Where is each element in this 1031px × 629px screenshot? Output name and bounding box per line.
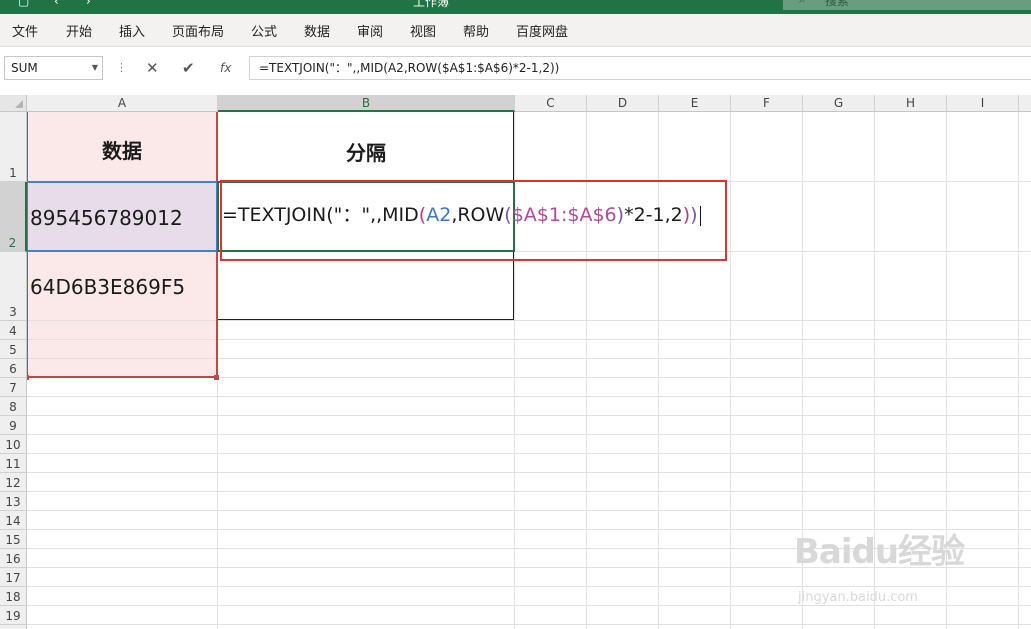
row-header-9[interactable]: 9 [0,416,27,435]
row-header-6[interactable]: 6 [0,359,27,378]
column-header-i[interactable]: I [947,95,1019,112]
row-header-1[interactable]: 1 [0,112,27,182]
column-header-h[interactable]: H [875,95,947,112]
row-header-15[interactable]: 15 [0,530,27,549]
save-icon[interactable]: ▢ [18,0,29,8]
more-icon: ⋮ [116,61,127,74]
formula-bar: SUM ▼ ⋮ ✕ ✔ fx =TEXTJOIN("：",,MID(A2,ROW… [0,47,1031,95]
cell-a1[interactable]: 数据 [102,135,142,164]
name-box-value: SUM [11,61,38,75]
search-label: 搜索 [825,0,850,8]
column-header-d[interactable]: D [587,95,659,112]
row-header-4[interactable]: 4 [0,321,27,340]
baidu-watermark-url: jingyan.baidu.com [798,590,918,605]
row-header-2[interactable]: 2 [0,182,27,252]
insert-function-button[interactable]: fx [220,61,231,75]
column-header-e[interactable]: E [659,95,731,112]
column-header-a[interactable]: A [27,95,218,112]
cell-a3[interactable]: 64D6B3E869F5 [30,275,185,299]
column-header-c[interactable]: C [515,95,587,112]
select-all-corner[interactable] [0,95,27,112]
tab-insert[interactable]: 插入 [119,21,145,40]
window-title: 工作簿 [413,0,450,9]
column-header-b[interactable]: B [218,95,515,112]
tab-data[interactable]: 数据 [304,21,330,40]
enter-button[interactable]: ✔ [182,59,195,77]
row-header-3[interactable]: 3 [0,252,27,321]
row-header-19[interactable]: 19 [0,606,27,625]
formula-input[interactable]: =TEXTJOIN("：",,MID(A2,ROW($A$1:$A$6)*2-1… [249,56,1031,80]
row-header-17[interactable]: 17 [0,568,27,587]
row-header-13[interactable]: 13 [0,492,27,511]
row-header-12[interactable]: 12 [0,473,27,492]
redo-icon[interactable]: › [86,0,91,8]
column-header-j[interactable] [1019,95,1031,112]
row-header-14[interactable]: 14 [0,511,27,530]
tab-file[interactable]: 文件 [12,21,38,40]
cell-b1[interactable]: 分隔 [346,137,386,166]
row-header-5[interactable]: 5 [0,340,27,359]
row-header-18[interactable]: 18 [0,587,27,606]
tab-view[interactable]: 视图 [410,21,436,40]
cell-a2[interactable]: 895456789012 [30,206,183,230]
column-header-f[interactable]: F [731,95,803,112]
row-header-8[interactable]: 8 [0,397,27,416]
tab-help[interactable]: 帮助 [463,21,489,40]
ribbon-tabs: 文件 开始 插入 页面布局 公式 数据 审阅 视图 帮助 百度网盘 [0,14,1031,47]
fill-handle[interactable] [214,375,219,380]
cancel-button[interactable]: ✕ [146,59,159,77]
highlight-box [220,180,727,261]
search-icon: ⌕ [799,0,806,7]
tab-home[interactable]: 开始 [66,21,92,40]
search-box[interactable]: ⌕ 搜索 [783,0,1031,10]
row-header-16[interactable]: 16 [0,549,27,568]
title-bar: ▢ ‹ › 工作簿 ⌕ 搜索 [0,0,1031,14]
tab-review[interactable]: 审阅 [357,21,383,40]
undo-icon[interactable]: ‹ [54,0,59,8]
name-box[interactable]: SUM ▼ [4,56,103,80]
column-header-g[interactable]: G [803,95,875,112]
tab-baidu-netdisk[interactable]: 百度网盘 [516,21,568,40]
row-header-7[interactable]: 7 [0,378,27,397]
row-header-20[interactable] [0,625,27,629]
baidu-watermark: Baidu经验 [794,532,965,572]
tab-page-layout[interactable]: 页面布局 [172,21,224,40]
tab-formulas[interactable]: 公式 [251,21,277,40]
row-header-11[interactable]: 11 [0,454,27,473]
row-header-10[interactable]: 10 [0,435,27,454]
chevron-down-icon[interactable]: ▼ [92,57,98,79]
